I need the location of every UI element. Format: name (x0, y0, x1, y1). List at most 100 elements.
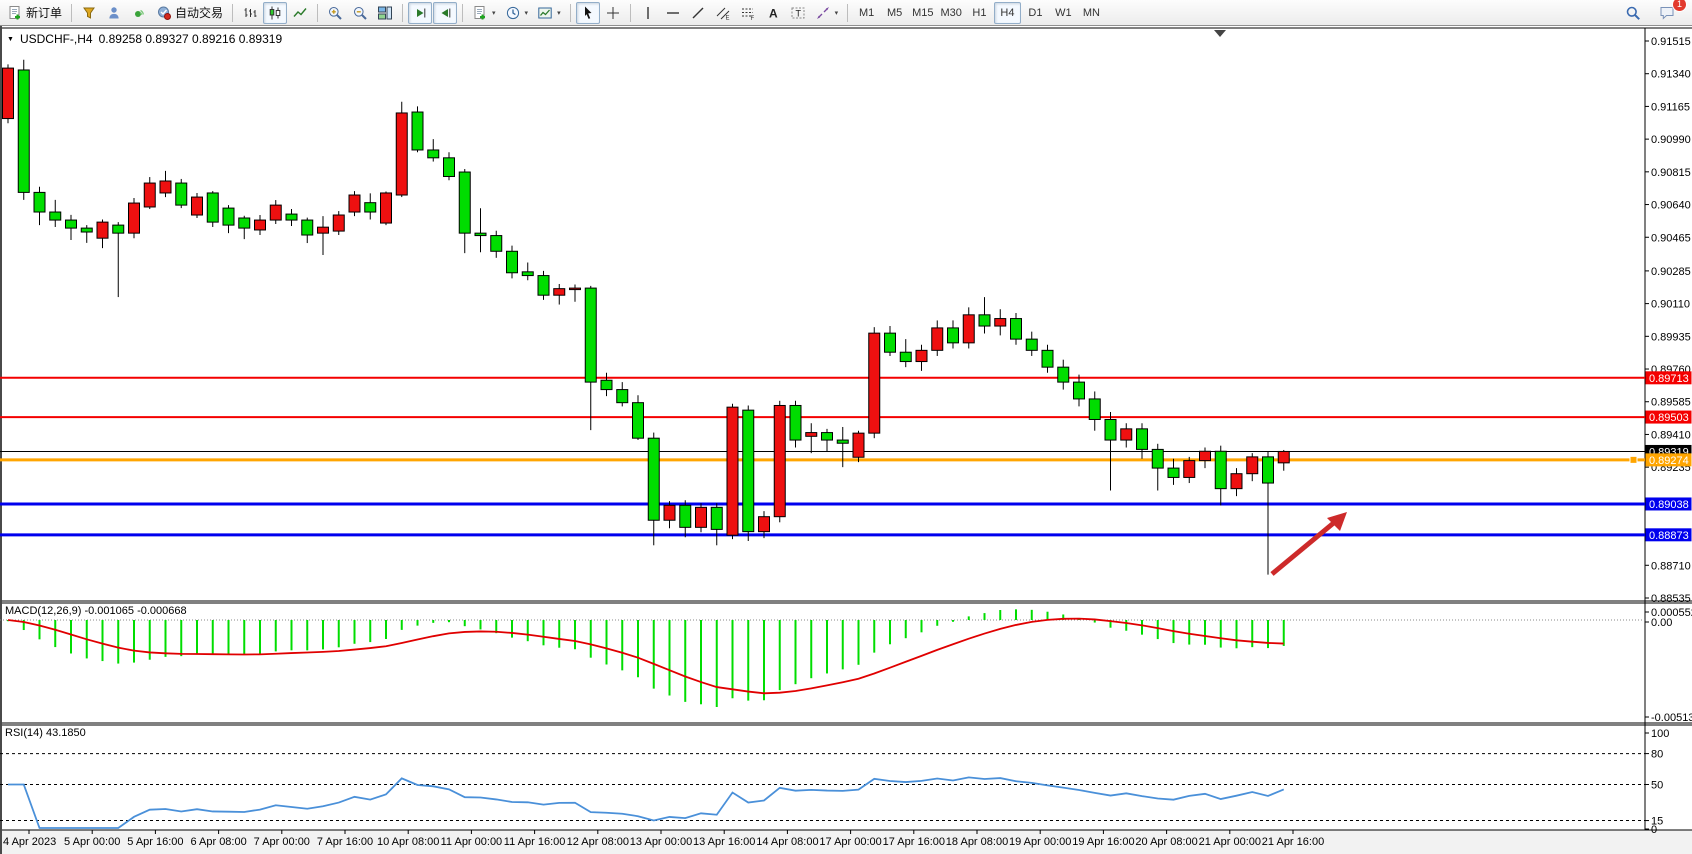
candle-body (1011, 319, 1022, 340)
auto-trading-button[interactable]: 自动交易 (152, 2, 227, 24)
equidistant-channel-tool[interactable]: E (711, 2, 735, 24)
chart-canvas[interactable]: 0.915150.913400.911650.909900.908150.906… (0, 0, 1692, 854)
price-label-chip: 0.89038 (1646, 497, 1692, 511)
timeframe-button-h1[interactable]: H1 (966, 2, 993, 24)
bar-chart-type-button[interactable] (238, 2, 262, 24)
vertical-line-tool[interactable] (636, 2, 660, 24)
new-order-icon (472, 5, 488, 21)
search-button[interactable] (1621, 2, 1645, 24)
hline-handle[interactable] (1630, 456, 1637, 463)
channel-icon: E (715, 5, 731, 21)
candle-body (570, 288, 581, 290)
fibonacci-tool[interactable]: F (736, 2, 760, 24)
svg-text:E: E (725, 15, 729, 21)
signal-icon (131, 5, 147, 21)
price-tick-label: 0.90640 (1651, 200, 1691, 212)
candle-body (727, 407, 738, 535)
fibo-icon: F (740, 5, 756, 21)
text-tool[interactable]: A (761, 2, 785, 24)
toolbar-separator (570, 4, 571, 22)
candle-body (223, 208, 234, 225)
candle-body (680, 505, 691, 527)
candle-body (916, 350, 927, 361)
candle-body (853, 433, 864, 457)
candle-body (1200, 451, 1211, 460)
timeframe-button-m5[interactable]: M5 (881, 2, 908, 24)
candlestick-type-button[interactable] (263, 2, 287, 24)
styler-button[interactable] (77, 2, 101, 24)
candle-body (333, 215, 344, 231)
auto-scroll-button[interactable] (408, 2, 432, 24)
candle-body (538, 276, 549, 296)
candle-body (743, 410, 754, 531)
price-tick-label: 0.90990 (1651, 134, 1691, 146)
timeframe-button-d1[interactable]: D1 (1022, 2, 1049, 24)
time-tick-label: 17 Apr 16:00 (883, 836, 945, 848)
timeframe-button-h4[interactable]: H4 (994, 2, 1021, 24)
periods-dropdown[interactable]: ▾ (501, 2, 533, 24)
chart-properties-dropdown[interactable]: ▾ (533, 2, 565, 24)
time-tick-label: 10 Apr 08:00 (377, 836, 439, 848)
label-t-icon: T (790, 5, 806, 21)
timeframe-button-m15[interactable]: M15 (909, 2, 936, 24)
cursor-tool-button[interactable] (576, 2, 600, 24)
zoom-in-button[interactable] (323, 2, 347, 24)
trendline-tool[interactable] (686, 2, 710, 24)
crosshair-tool-button[interactable] (601, 2, 625, 24)
price-label-chip: 0.88873 (1646, 528, 1692, 542)
svg-text:F: F (750, 16, 754, 21)
time-tick-label: 20 Apr 08:00 (1135, 836, 1197, 848)
timeframe-button-mn[interactable]: MN (1078, 2, 1105, 24)
candle-body (3, 68, 14, 118)
candle-body (1152, 449, 1163, 468)
signals-button[interactable] (127, 2, 151, 24)
new-chart-dropdown[interactable]: ▾ (468, 2, 500, 24)
text-label-tool[interactable]: T (786, 2, 810, 24)
candle-body (711, 507, 722, 529)
candle-body (192, 197, 203, 215)
macd-indicator-label: MACD(12,26,9) -0.001065 -0.000668 (5, 605, 187, 617)
candle-body (1121, 429, 1132, 440)
arrows-tool-dropdown[interactable]: ▾ (811, 2, 843, 24)
candle-body (97, 222, 108, 238)
cursor-icon (580, 5, 596, 21)
candle-body (900, 352, 911, 361)
tile-windows-button[interactable] (373, 2, 397, 24)
chart-title-collapse-icon[interactable]: ▼ (7, 36, 14, 43)
macd-axis-label: 0.00 (1651, 617, 1672, 629)
rsi-axis-label: 50 (1651, 780, 1663, 792)
chart-shift-button[interactable] (433, 2, 457, 24)
candle-body (696, 507, 707, 527)
candle-body (869, 333, 880, 433)
time-tick-label: 7 Apr 16:00 (317, 836, 373, 848)
shapes-icon (815, 5, 831, 21)
time-tick-label: 19 Apr 16:00 (1072, 836, 1134, 848)
price-label-chip: 0.89713 (1646, 371, 1692, 385)
zoom-out-icon (352, 5, 368, 21)
candle-body (475, 233, 486, 235)
timeframe-button-w1[interactable]: W1 (1050, 2, 1077, 24)
candle-body (255, 220, 266, 230)
timeframe-button-m30[interactable]: M30 (938, 2, 965, 24)
candle-body (759, 517, 770, 532)
svg-text:T: T (795, 8, 801, 18)
candle-body (1058, 367, 1069, 382)
candle-body (837, 440, 848, 443)
candle-body (1247, 457, 1258, 474)
new-order-icon (7, 5, 23, 21)
price-tick-label: 0.88535 (1651, 593, 1691, 605)
candle-body (318, 227, 329, 233)
candle-body (113, 225, 124, 233)
horizontal-line-tool[interactable] (661, 2, 685, 24)
macd-axis-label: -0.00513 (1651, 712, 1692, 724)
line-chart-type-button[interactable] (288, 2, 312, 24)
new-order-button[interactable]: 新订单 (3, 2, 66, 24)
candles-type-icon (267, 5, 283, 21)
timeframe-button-m1[interactable]: M1 (853, 2, 880, 24)
candle-body (34, 192, 45, 212)
zoom-out-button[interactable] (348, 2, 372, 24)
time-tick-label: 18 Apr 08:00 (946, 836, 1008, 848)
rsi-indicator-label: RSI(14) 43.1850 (5, 727, 86, 739)
candle-body (664, 505, 675, 520)
market-watch-button[interactable] (102, 2, 126, 24)
